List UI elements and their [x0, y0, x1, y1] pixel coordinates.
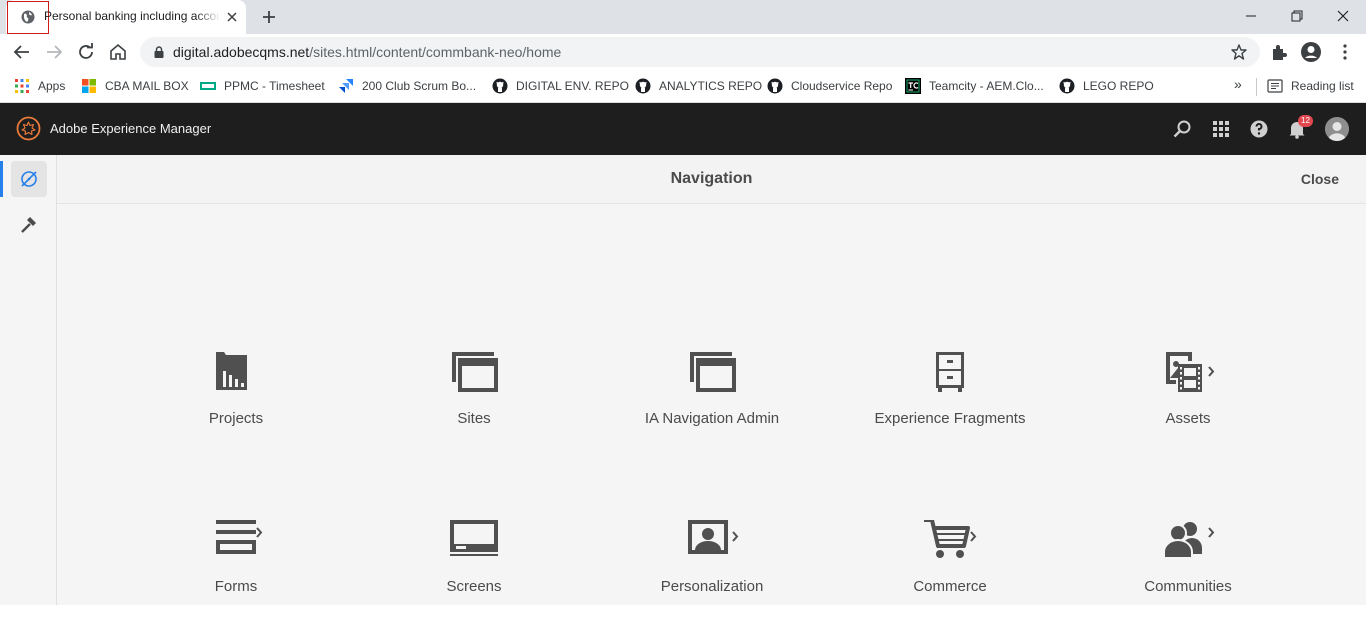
new-tab-icon[interactable] — [260, 8, 278, 26]
tile-label: Screens — [446, 578, 502, 595]
help-icon[interactable] — [1249, 119, 1269, 139]
tile-label: Communities — [1144, 578, 1232, 595]
reading-list-icon — [1267, 79, 1283, 93]
tile-assets[interactable]: Assets — [1078, 352, 1298, 452]
close-button[interactable]: Close — [1301, 171, 1339, 187]
search-icon[interactable] — [1172, 119, 1192, 139]
restore-icon[interactable] — [1286, 6, 1308, 26]
aem-logo-icon[interactable] — [16, 116, 41, 141]
tile-screens[interactable]: Screens — [364, 520, 584, 620]
lock-icon[interactable] — [154, 46, 164, 58]
bookmark-lego-repo[interactable]: LEGO REPO — [1059, 76, 1154, 96]
bookmark-apps[interactable]: Apps — [14, 76, 65, 96]
ia-navigation-icon — [690, 352, 736, 392]
reload-icon[interactable] — [76, 42, 96, 62]
bookmark-ppmc-timesheet[interactable]: PPMC - Timesheet — [200, 76, 325, 96]
tile-label: Personalization — [660, 578, 764, 595]
tile-commerce[interactable]: Commerce — [840, 518, 1060, 620]
personalization-icon — [688, 520, 739, 554]
tile-label: IA Navigation Admin — [644, 410, 780, 427]
profile-icon[interactable] — [1300, 41, 1322, 63]
navigation-content: Projects Sites IA Navigation Admin Exper… — [57, 204, 1366, 605]
bookmark-cloudservice-repo[interactable]: Cloudservice Repo — [767, 76, 892, 96]
tile-label: Commerce — [913, 578, 987, 595]
user-avatar-icon — [1325, 117, 1349, 141]
navigation-title: Navigation — [670, 170, 753, 187]
sites-icon — [452, 352, 498, 392]
close-tab-icon[interactable] — [224, 9, 240, 25]
back-arrow-icon[interactable] — [12, 42, 32, 62]
navigation-bar: Navigation Close — [57, 155, 1366, 204]
forms-icon — [216, 520, 263, 554]
browser-toolbar: digital.adobecqms.net/sites.html/content… — [0, 34, 1366, 70]
projects-icon — [216, 352, 247, 390]
solutions-grid-icon[interactable] — [1211, 119, 1231, 139]
rail-navigation-button[interactable] — [0, 161, 47, 197]
tile-label: Projects — [208, 410, 264, 427]
microsoft-icon — [82, 79, 96, 93]
minimize-icon[interactable] — [1240, 6, 1262, 26]
tile-label: Experience Fragments — [874, 410, 1026, 427]
github-icon — [767, 78, 783, 94]
ppmc-icon — [200, 82, 216, 90]
address-bar[interactable]: digital.adobecqms.net/sites.html/content… — [140, 37, 1260, 67]
kebab-menu-icon[interactable] — [1334, 41, 1356, 63]
teamcity-icon — [905, 78, 921, 94]
experience-fragments-icon — [936, 352, 964, 392]
tab-title: Personal banking including accounts, cre… — [44, 9, 220, 23]
tile-label: Sites — [457, 410, 491, 427]
globe-icon — [21, 10, 35, 24]
compass-icon — [21, 171, 37, 187]
bookmark-scrum-board[interactable]: 200 Club Scrum Bo... — [338, 76, 476, 96]
assets-icon — [1166, 352, 1215, 392]
tile-sites[interactable]: Sites — [364, 352, 584, 452]
tile-label: Assets — [1165, 410, 1211, 427]
tile-label: Forms — [214, 578, 258, 595]
github-icon — [635, 78, 651, 94]
bookmark-star-icon[interactable] — [1230, 43, 1248, 61]
tile-experience-fragments[interactable]: Experience Fragments — [840, 352, 1060, 452]
close-window-icon[interactable] — [1332, 6, 1354, 26]
reading-list-button[interactable]: Reading list — [1267, 76, 1354, 96]
github-icon — [1059, 78, 1075, 94]
browser-tab[interactable]: Personal banking including accounts, cre… — [6, 0, 246, 34]
left-rail — [0, 155, 57, 605]
tile-ia-navigation-admin[interactable]: IA Navigation Admin — [602, 352, 822, 452]
tile-personalization[interactable]: Personalization — [602, 520, 822, 620]
url-text[interactable]: digital.adobecqms.net/sites.html/content… — [173, 44, 561, 60]
extensions-puzzle-icon[interactable] — [1268, 41, 1290, 63]
github-icon — [492, 78, 508, 94]
bookmark-digital-env-repo[interactable]: DIGITAL ENV. REPO — [492, 76, 629, 96]
browser-tabstrip: Personal banking including accounts, cre… — [0, 0, 1366, 34]
product-name[interactable]: Adobe Experience Manager — [50, 121, 211, 136]
aem-header: Adobe Experience Manager 12 — [0, 103, 1366, 155]
screens-icon — [450, 520, 498, 556]
notification-badge: 12 — [1298, 115, 1313, 127]
bookmarks-bar: Apps CBA MAIL BOX PPMC - Timesheet 200 C… — [0, 70, 1366, 103]
bookmark-teamcity[interactable]: Teamcity - AEM.Clo... — [905, 76, 1044, 96]
rail-tools-button[interactable] — [11, 207, 47, 243]
bookmark-cba-mail[interactable]: CBA MAIL BOX — [81, 76, 189, 96]
tile-communities[interactable]: Communities — [1078, 520, 1298, 620]
hammer-icon — [21, 217, 36, 233]
jira-icon — [339, 79, 353, 93]
home-icon[interactable] — [108, 42, 128, 62]
communities-icon — [1163, 522, 1215, 559]
forward-arrow-icon[interactable] — [44, 42, 64, 62]
commerce-icon — [924, 518, 977, 558]
tile-projects[interactable]: Projects — [126, 352, 346, 452]
more-bookmarks-button[interactable]: » — [1234, 76, 1242, 92]
tile-forms[interactable]: Forms — [126, 520, 346, 620]
user-avatar[interactable] — [1325, 117, 1349, 141]
apps-grid-icon — [15, 79, 29, 93]
bookmark-analytics-repo[interactable]: ANALYTICS REPO — [635, 76, 762, 96]
